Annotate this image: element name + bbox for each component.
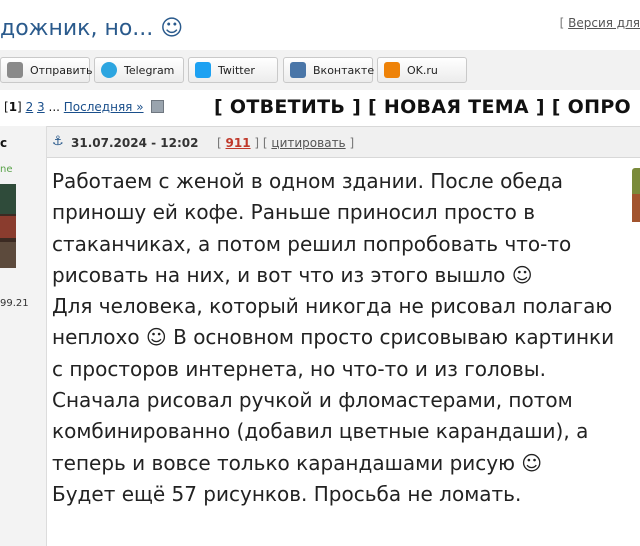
share-ok-button[interactable]: OK.ru [377, 57, 467, 83]
mail-icon [7, 62, 23, 78]
version-bracket: [ [559, 16, 569, 30]
author-name[interactable]: с [0, 136, 7, 150]
telegram-icon [101, 62, 117, 78]
topic-header: дожник, но... ☺ [ Версия для [0, 0, 640, 51]
share-email-button[interactable]: Отправить [0, 57, 93, 83]
ok-icon [384, 62, 400, 78]
goto-page-icon[interactable] [151, 100, 165, 113]
post-text-line: рисовать на них, и вот что из этого вышл… [52, 262, 533, 287]
new-topic-button[interactable]: [ НОВАЯ ТЕМА ] [368, 96, 545, 118]
page-link-3[interactable]: 3 [37, 100, 45, 114]
post-text-line: теперь и вовсе только карандашами рисую … [52, 450, 543, 475]
poll-button[interactable]: [ ОПРО [552, 96, 631, 118]
share-twitter-label: Twitter [218, 63, 255, 77]
post-text-line: с просторов интернета, но что-то и из го… [52, 356, 546, 381]
post-text-line: стаканчиках, а потом решил попробовать ч… [52, 231, 572, 256]
pagination: [1] 2 3 ... Последняя » [4, 100, 165, 114]
topic-actions: [ ОТВЕТИТЬ ] [ НОВАЯ ТЕМА ] [ ОПРО [214, 96, 631, 118]
author-reg-date: 99.21 [0, 298, 29, 309]
post-text-line: Сначала рисовал ручкой и фломастерами, п… [52, 388, 573, 413]
share-vk-label: Вконтакте [313, 63, 375, 77]
version-link[interactable]: Версия для [568, 16, 640, 30]
current-page: 1 [8, 100, 18, 114]
share-bar: Отправить Telegram Twitter Вконтакте OK.… [0, 50, 640, 91]
pagination-ellipsis: ... [48, 100, 60, 114]
version-switch: [ Версия для [560, 16, 640, 30]
share-telegram-label: Telegram [124, 63, 175, 77]
twitter-icon [195, 62, 211, 78]
post-text-line: комбинированно (добавил цветные карандаш… [52, 419, 589, 444]
post-text-line: Для человека, который никогда не рисовал… [52, 294, 613, 319]
anchor-icon[interactable]: ⚓ [52, 134, 64, 149]
post-meta: [ 911 ] [ цитировать ] [217, 136, 355, 150]
avatar [0, 184, 16, 268]
author-status: ne [0, 164, 13, 175]
last-page-link[interactable]: Последняя » [64, 100, 144, 114]
post-date: 31.07.2024 - 12:02 [71, 136, 199, 150]
post-text-line: приношу ей кофе. Раньше приносил просто … [52, 200, 536, 225]
reply-button[interactable]: [ ОТВЕТИТЬ ] [214, 96, 361, 118]
share-vk-button[interactable]: Вконтакте [283, 57, 375, 83]
post-body: Работаем с женой в одном здании. После о… [52, 166, 640, 510]
topic-title: дожник, но... ☺ [0, 16, 184, 41]
share-ok-label: OK.ru [407, 63, 438, 77]
quote-link[interactable]: цитировать [271, 136, 345, 150]
share-telegram-button[interactable]: Telegram [94, 57, 184, 83]
post-number-link[interactable]: 911 [226, 136, 251, 150]
vk-icon [290, 62, 306, 78]
page-link-2[interactable]: 2 [26, 100, 34, 114]
attached-image-thumbnail[interactable] [632, 168, 640, 222]
post-text-line: Будет ещё 57 рисунков. Просьба не ломать… [52, 481, 522, 506]
post-text-line: неплохо ☺ В основном просто срисовываю к… [52, 325, 615, 350]
post-text-line: Работаем с женой в одном здании. После о… [52, 169, 564, 193]
share-twitter-button[interactable]: Twitter [188, 57, 278, 83]
share-email-label: Отправить [30, 63, 93, 77]
